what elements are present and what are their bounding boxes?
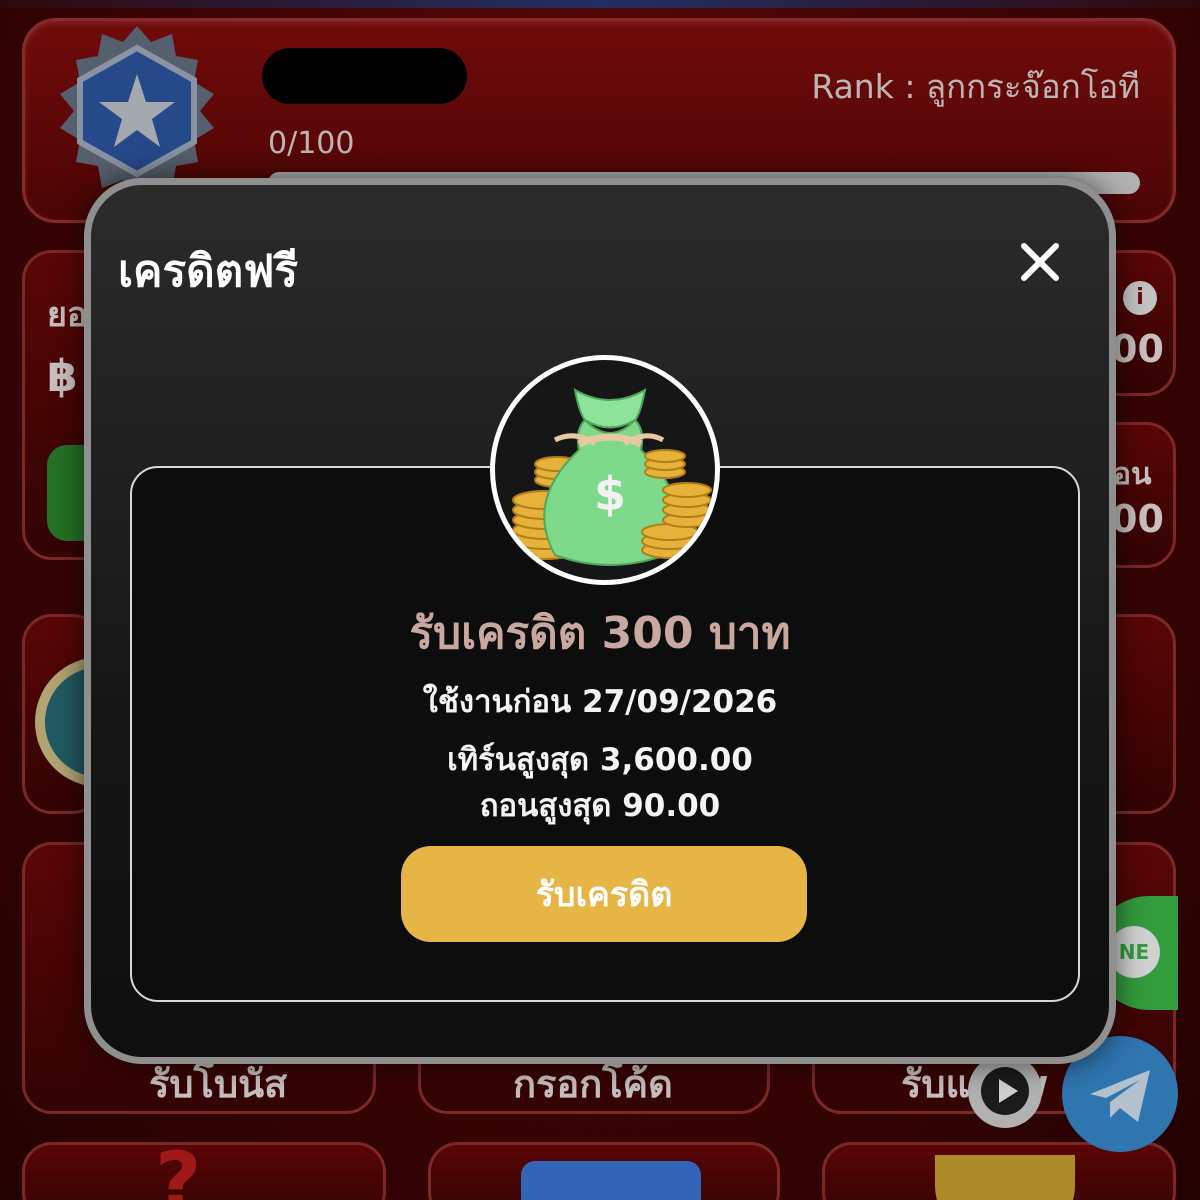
close-icon[interactable] [1012,234,1068,290]
claim-credit-button[interactable]: รับเครดิต [401,846,807,942]
max-turnover: เทิร์นสูงสุด 3,600.00 [447,742,753,778]
reward-title: รับเครดิต 300 บาท [409,608,791,659]
modal-title: เครดิตฟรี [118,246,299,297]
max-withdraw: ถอนสูงสุด 90.00 [479,788,721,824]
svg-text:$: $ [594,467,626,521]
money-bag-frame: $ [490,355,720,585]
use-before-date: ใช้งานก่อน 27/09/2026 [422,684,778,720]
money-bag-icon: $ [512,388,712,566]
